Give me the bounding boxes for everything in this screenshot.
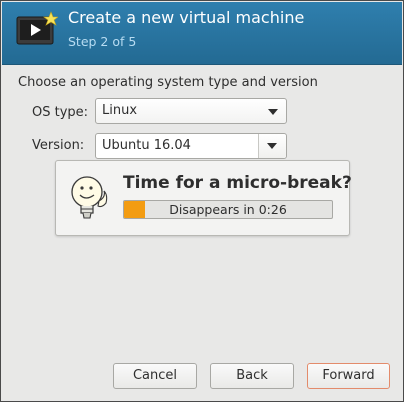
micro-break-countdown: Disappears in 0:26	[169, 202, 287, 217]
chevron-down-icon	[267, 143, 277, 149]
forward-button[interactable]: Forward	[307, 363, 390, 389]
micro-break-popup: Time for a micro-break? Disappears in 0:…	[55, 160, 352, 236]
version-value[interactable]: Ubuntu 16.04	[102, 138, 191, 153]
os-type-value: Linux	[102, 103, 138, 118]
wizard-step-indicator: Step 2 of 5	[68, 34, 137, 49]
chevron-down-icon	[268, 109, 278, 115]
back-button[interactable]: Back	[210, 363, 294, 389]
os-type-dropdown[interactable]: Linux	[95, 98, 287, 124]
wizard-title: Create a new virtual machine	[68, 8, 305, 27]
version-label: Version:	[32, 138, 85, 153]
version-dropdown-button[interactable]	[258, 134, 286, 158]
cancel-button[interactable]: Cancel	[113, 363, 197, 389]
version-combo[interactable]: Ubuntu 16.04	[95, 133, 287, 159]
virtual-machine-icon	[16, 11, 58, 45]
wizard-header: Create a new virtual machine Step 2 of 5	[2, 2, 402, 65]
micro-break-title: Time for a micro-break?	[123, 173, 352, 193]
section-prompt: Choose an operating system type and vers…	[18, 75, 318, 90]
micro-break-progress: Disappears in 0:26	[123, 200, 333, 219]
os-type-label: OS type:	[32, 105, 89, 120]
lightbulb-icon	[71, 176, 108, 219]
wizard-window: Create a new virtual machine Step 2 of 5…	[0, 0, 404, 402]
